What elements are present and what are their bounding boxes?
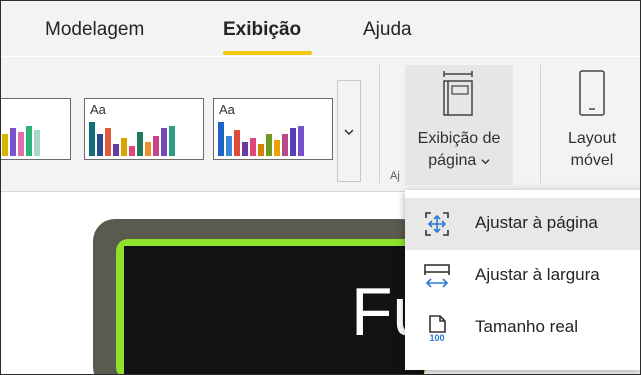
theme-sample-text: Aa (90, 102, 106, 117)
theme-thumbnail-1[interactable] (1, 98, 71, 160)
chevron-down-icon (344, 129, 354, 136)
actual-size-icon: 100 (429, 315, 446, 342)
page-view-dropdown: Ajustar à página Ajustar à largura 100 T… (405, 190, 640, 370)
theme-gallery-more-button[interactable] (337, 80, 361, 182)
tab-modelagem[interactable]: Modelagem (45, 19, 144, 41)
theme-bars (2, 126, 40, 156)
page-view-icon (443, 71, 473, 116)
menu-item-fit-page[interactable]: Ajustar à página (405, 198, 640, 250)
fit-page-icon (425, 212, 449, 236)
menu-item-actual-size[interactable]: 100 Tamanho real (405, 302, 640, 354)
ribbon-panel: Aa Aa Aj Exibição de página Layout móvel (1, 57, 640, 192)
mobile-layout-button[interactable]: Layout móvel (549, 65, 635, 185)
fit-width-icon (424, 264, 450, 288)
tab-ajuda[interactable]: Ajuda (363, 19, 412, 41)
theme-bars (89, 122, 175, 156)
theme-thumbnail-2[interactable]: Aa (84, 98, 204, 160)
theme-bars (218, 122, 304, 156)
page-view-button[interactable]: Exibição de página (405, 65, 513, 185)
menu-item-label: Ajustar à largura (475, 265, 600, 284)
svg-text:100: 100 (429, 333, 444, 342)
ribbon-tab-bar: Modelagem Exibição Ajuda (1, 1, 640, 56)
chevron-down-icon (481, 159, 490, 165)
mobile-layout-label: Layout móvel (567, 130, 617, 169)
ribbon-separator (379, 65, 380, 183)
ribbon-group-label: Aj (390, 170, 400, 182)
tab-exibicao[interactable]: Exibição (223, 19, 301, 41)
menu-item-label: Tamanho real (475, 317, 579, 336)
app-window: Modelagem Exibição Ajuda Aa Aa Aj Exibiç… (0, 0, 641, 375)
theme-thumbnail-3[interactable]: Aa (213, 98, 333, 160)
mobile-phone-icon (579, 70, 605, 116)
menu-item-fit-width[interactable]: Ajustar à largura (405, 250, 640, 302)
page-view-label: Exibição de página (417, 130, 501, 169)
ribbon-separator (540, 65, 541, 183)
active-tab-indicator (223, 51, 312, 55)
theme-sample-text: Aa (219, 102, 235, 117)
menu-item-label: Ajustar à página (475, 213, 598, 232)
